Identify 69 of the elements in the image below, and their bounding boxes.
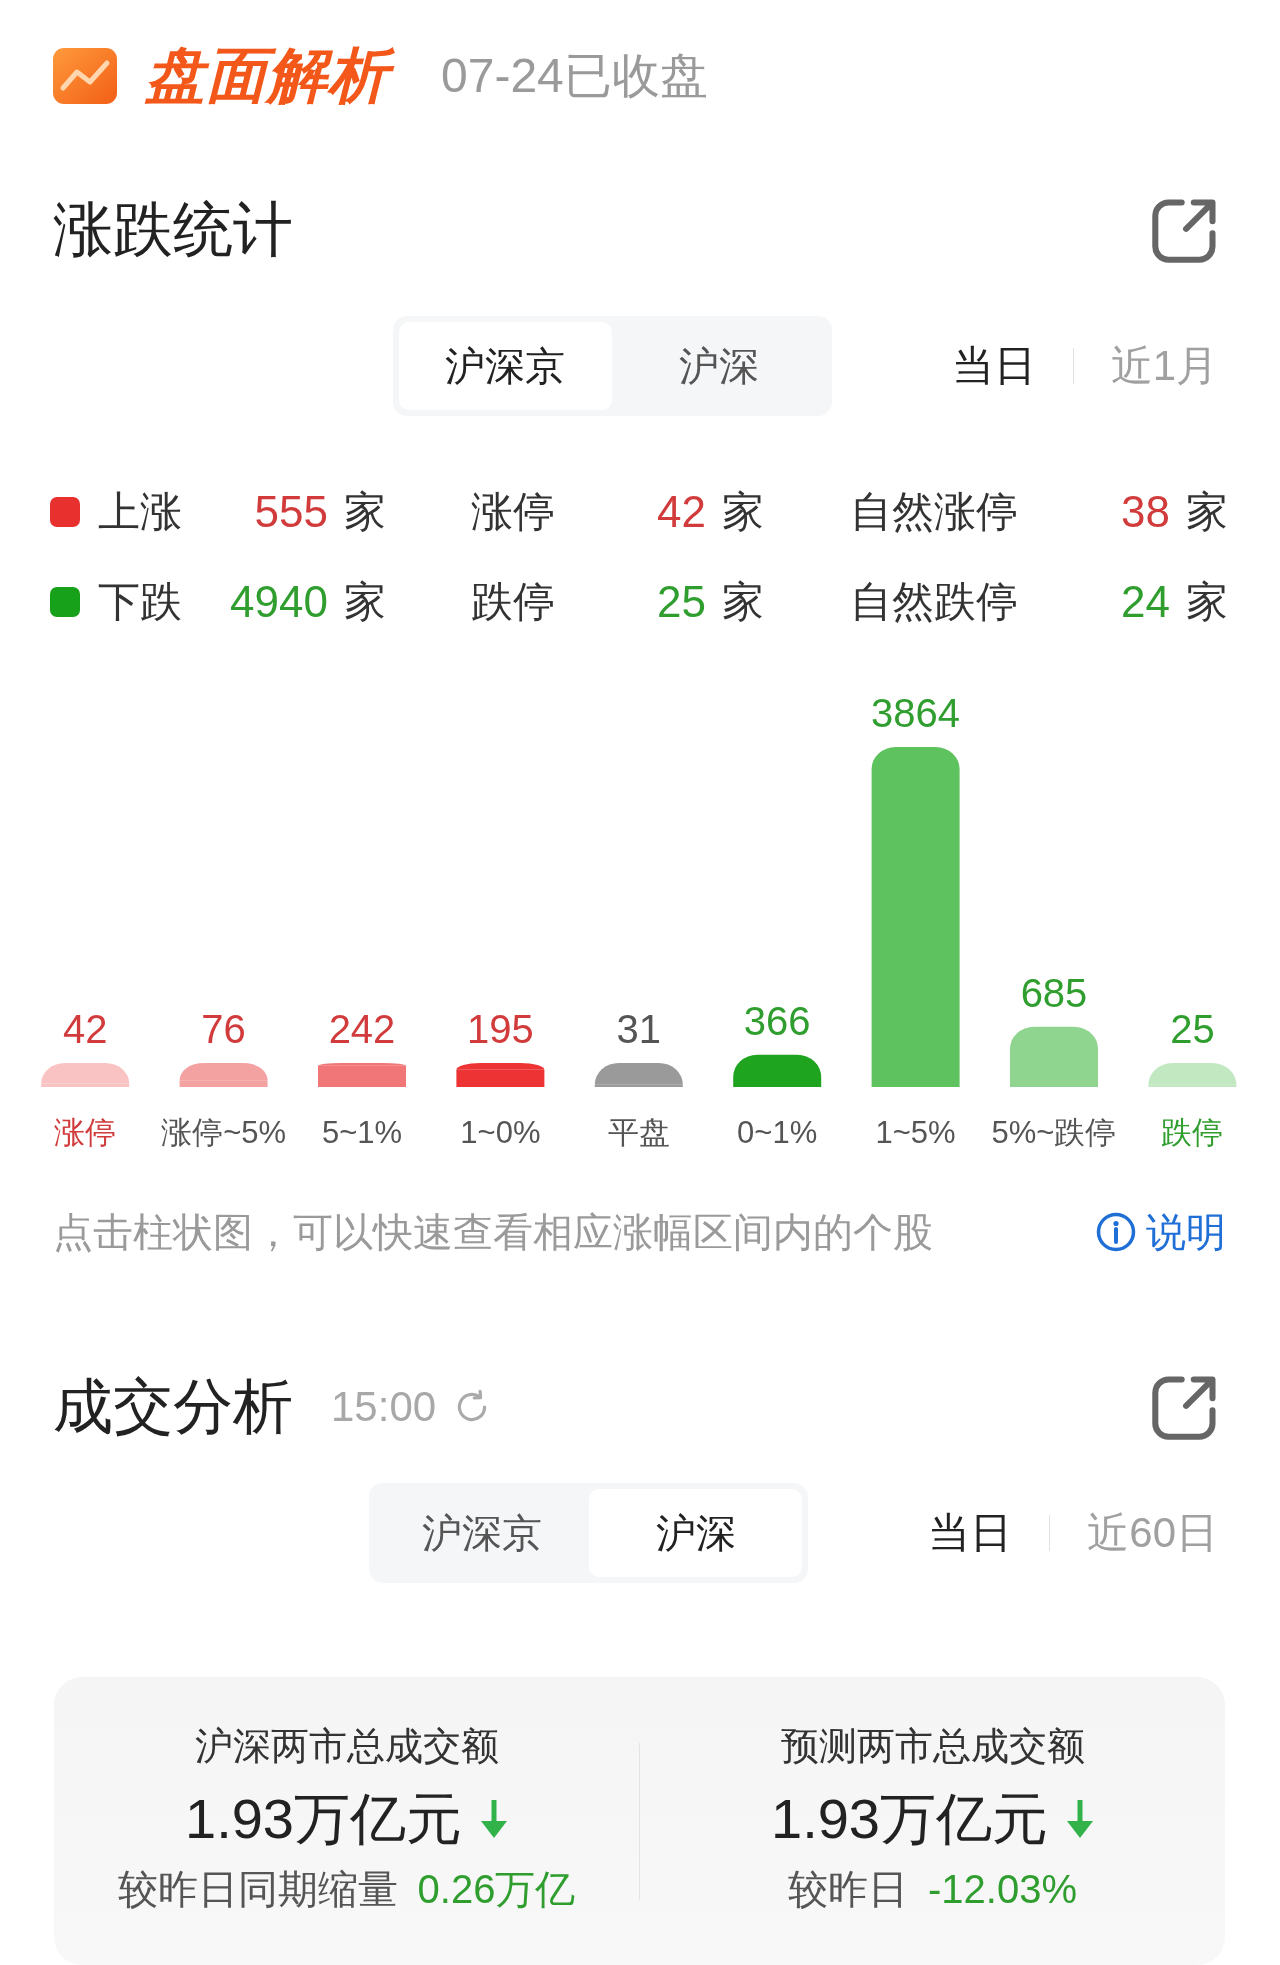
turnover-amount: 1.93万亿元 [771,1787,1048,1851]
stat-count: 38 [1121,486,1170,538]
bar-value: 42 [62,1007,108,1051]
bar-value: 366 [743,998,811,1043]
bar-category-label: 涨停~5% [161,1115,287,1150]
chart-hint: 点击柱状图，可以快速查看相应涨幅区间内的个股 [53,1209,933,1256]
chart-bar[interactable] [179,1080,268,1087]
stat-unit: 家 [344,577,386,627]
external-link-icon[interactable] [1152,197,1218,263]
stat-count: 4940 [230,576,328,628]
line-chart-icon [53,48,117,104]
stat-unit: 家 [722,577,764,627]
bar-min-height-cap[interactable] [594,1063,683,1085]
summary-title: 沪深两市总成交额 [194,1724,499,1769]
compare-value: 0.26万亿 [417,1866,576,1913]
bar-category-label: 0~1% [737,1115,818,1150]
stat-label: 自然涨停 [850,487,1018,537]
market-tab[interactable]: 沪深 [612,322,826,410]
help-link[interactable]: 说明 [1096,1207,1226,1257]
bar-category-label: 1~5% [875,1115,956,1150]
section-title: 涨跌统计 [53,195,293,265]
period-tab[interactable]: 当日 [951,338,1036,394]
bar-category-label: 5~1% [321,1115,403,1150]
market-tab[interactable]: 沪深京 [398,322,613,410]
stat-count: 42 [657,486,706,538]
chart-bar[interactable] [871,747,960,1087]
stat-count: 25 [657,576,706,628]
bar-category-label: 跌停 [1161,1115,1224,1150]
bar-category-label: 1~0% [460,1115,541,1150]
compare-label: 较昨日 [788,1866,908,1913]
chart-bar[interactable] [733,1054,822,1087]
bar-min-height-cap[interactable] [456,1063,545,1070]
stat-label: 跌停 [471,577,555,627]
chart-bar[interactable] [1010,1026,1098,1087]
stat-unit: 家 [722,487,764,537]
stat-label: 下跌 [98,577,182,627]
period-tab[interactable]: 当日 [928,1505,1013,1561]
market-status: 07-24已收盘 [441,48,708,104]
market-tab[interactable]: 沪深 [588,1489,803,1577]
stat-count: 24 [1121,576,1170,628]
market-tab[interactable]: 沪深京 [375,1489,589,1577]
section-title: 成交分析 [53,1372,293,1442]
stat-unit: 家 [1186,577,1228,627]
bar-value: 76 [201,1007,246,1051]
bar-value: 242 [328,1007,396,1051]
stat-count: 555 [254,486,328,538]
bar-value: 25 [1170,1007,1215,1051]
bar-value: 3864 [871,691,961,735]
external-link-icon[interactable] [1152,1374,1218,1440]
bar-value: 685 [1020,970,1088,1015]
bar-value: 195 [467,1007,534,1051]
stat-label: 自然跌停 [850,577,1018,627]
bar-value: 31 [616,1007,662,1051]
compare-label: 较昨日同期缩量 [117,1866,398,1913]
stat-unit: 家 [344,487,386,537]
info-icon [1096,1212,1136,1252]
bar-min-height-cap[interactable] [179,1063,268,1081]
app-title: 盘面解析 [143,42,401,110]
stat-label: 上涨 [98,487,182,537]
stat-unit: 家 [1186,487,1228,537]
compare-value: -12.03% [928,1866,1077,1913]
stat-label: 涨停 [471,487,555,537]
bar-category-label: 5%~跌停 [991,1115,1117,1150]
bar-category-label: 涨停 [54,1115,117,1150]
turnover-amount: 1.93万亿元 [185,1787,462,1851]
update-time: 15:00 [331,1382,437,1432]
bar-min-height-cap[interactable] [318,1063,406,1066]
bar-category-label: 平盘 [607,1115,670,1150]
summary-title: 预测两市总成交额 [780,1724,1085,1769]
